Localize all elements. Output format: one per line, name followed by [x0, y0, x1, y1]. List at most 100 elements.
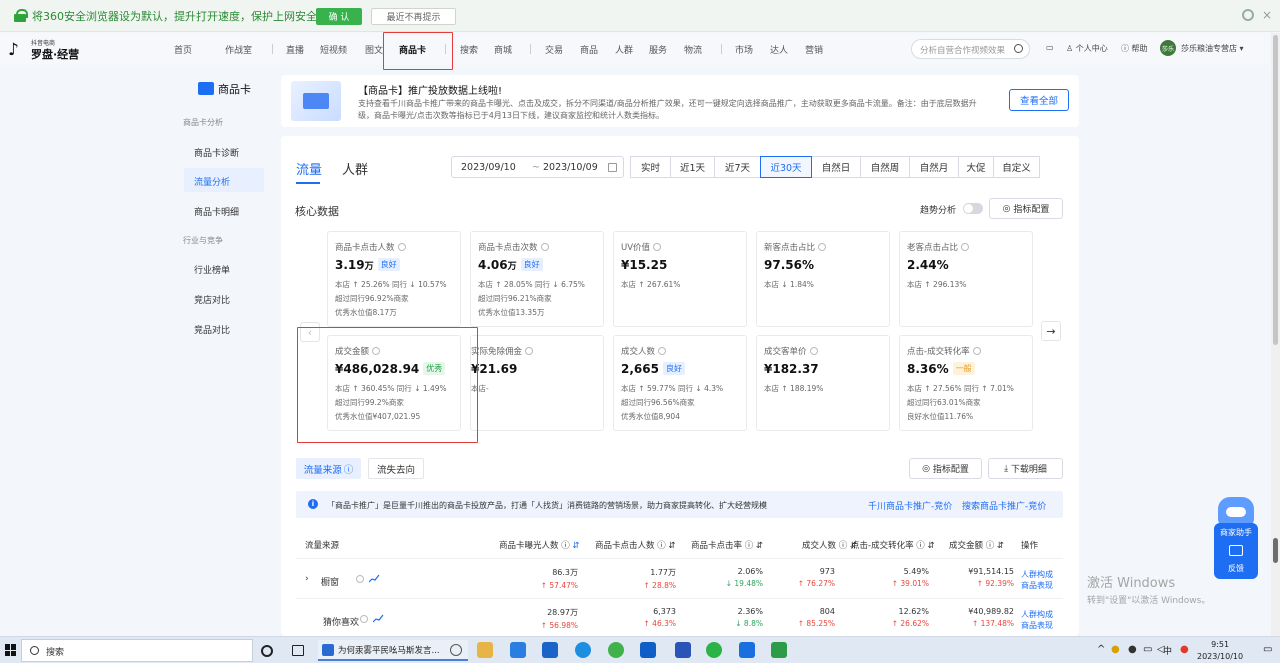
nav-search[interactable]: 搜索 [460, 43, 478, 56]
sidebar-item-card-detail[interactable]: 商品卡明细 [184, 198, 264, 222]
metric-card[interactable]: 老客点击占比 2.44% 本店 ↑ 296.13% [899, 231, 1033, 327]
nav-home[interactable]: 首页 [174, 43, 192, 56]
metric-config-button[interactable]: ◎ 指标配置 [989, 198, 1063, 219]
app-icon[interactable] [771, 642, 787, 658]
nav-mall[interactable]: 商城 [494, 43, 512, 56]
wechat-icon[interactable] [706, 642, 722, 658]
search-promo-link[interactable]: 搜索商品卡推广-竞价 [962, 499, 1046, 512]
gear-icon[interactable] [1242, 9, 1254, 21]
metric-card[interactable]: UV价值 ¥15.25 本店 ↑ 267.61% [613, 231, 747, 327]
view-all-button[interactable]: 查看全部 [1009, 89, 1069, 111]
tab-traffic-source[interactable]: 流量来源 ⓘ [296, 458, 361, 479]
source-config-button[interactable]: ◎ 指标配置 [909, 458, 982, 479]
range-custom[interactable]: 自定义 [993, 156, 1040, 178]
scrollbar-thumb[interactable] [1273, 35, 1278, 345]
search-icon[interactable] [1014, 44, 1023, 53]
tray-app-icon[interactable]: ● [1111, 644, 1120, 655]
crowd-composition-link[interactable]: 人群构成 [1021, 610, 1053, 619]
metric-card[interactable]: 商品卡点击次数 4.06万 良好 本店 ↑ 28.05% 同行 ↓ 6.75% 超… [470, 231, 604, 327]
app-icon[interactable] [640, 642, 656, 658]
table-row[interactable]: › 橱窗 86.3万 ↑ 57.47% 1.77万 ↑ 28.8% 2.06% ↓ 1… [296, 560, 1063, 599]
nav-war-room[interactable]: 作战室 [225, 43, 252, 56]
table-row[interactable]: 猜你喜欢 28.97万 ↑ 56.98% 6,373 ↑ 46.3% 2.36% ↓ … [296, 600, 1063, 639]
column-header[interactable]: 商品卡点击率 ⓘ ⇵ [691, 539, 763, 551]
search-icon[interactable] [450, 644, 462, 656]
nav-trade[interactable]: 交易 [545, 43, 563, 56]
tab-traffic[interactable]: 流量 [296, 159, 322, 178]
nav-product[interactable]: 商品 [580, 43, 598, 56]
range-realtime[interactable]: 实时 [630, 156, 671, 178]
windows-start-icon[interactable] [5, 644, 17, 656]
file-explorer-icon[interactable] [477, 642, 493, 658]
avatar[interactable]: 莎乐 [1160, 40, 1176, 56]
close-icon[interactable]: × [1262, 8, 1272, 22]
range-natural-week[interactable]: 自然周 [860, 156, 910, 178]
metric-card[interactable]: 实际免除佣金 ¥21.69 本店- [470, 335, 604, 431]
column-header[interactable]: 商品卡点击人数 ⓘ ⇵ [595, 539, 676, 551]
tab-crowd[interactable]: 人群 [342, 159, 368, 178]
column-header[interactable]: 成交金额 ⓘ ⇵ [949, 539, 1004, 551]
range-natural-month[interactable]: 自然月 [909, 156, 959, 178]
nav-image-text[interactable]: 图文 [365, 43, 383, 56]
nav-market[interactable]: 市场 [735, 43, 753, 56]
store-icon[interactable] [510, 642, 526, 658]
ie-browser-icon[interactable] [575, 642, 591, 658]
trend-chart-icon[interactable] [373, 614, 384, 623]
chevron-right-icon[interactable]: › [305, 574, 309, 584]
network-icon[interactable]: ▭ [1143, 644, 1152, 655]
sidebar-item-traffic-analysis[interactable]: 流量分析 [184, 168, 264, 192]
nav-short-video[interactable]: 短视频 [320, 43, 347, 56]
personal-center-link[interactable]: ♙ 个人中心 [1066, 43, 1108, 54]
merchant-assistant[interactable]: 商家助手 反馈 [1214, 497, 1258, 581]
message-icon[interactable]: ▭ [1046, 43, 1054, 52]
dismiss-button[interactable]: 最近不再提示 [371, 8, 456, 25]
chevron-up-icon[interactable]: ^ [1097, 644, 1105, 655]
word-icon[interactable] [675, 642, 691, 658]
metric-card[interactable]: 成交人数 2,665 良好 本店 ↑ 59.77% 同行 ↓ 4.3% 超过同行9… [613, 335, 747, 431]
system-clock[interactable]: 9:51 2023/10/10 [1197, 639, 1243, 663]
sidebar-item-industry-rank[interactable]: 行业榜单 [184, 256, 264, 280]
column-header[interactable]: 商品卡曝光人数 ⓘ ⇵ [499, 539, 580, 551]
tab-traffic-loss[interactable]: 流失去向 [368, 458, 424, 479]
taskbar-browser-task[interactable]: 为何汞雾平民吆马斯发言... [318, 640, 468, 661]
qianchuan-link[interactable]: 千川商品卡推广-竞价 [868, 499, 952, 512]
metric-card[interactable]: 点击-成交转化率 8.36% 一般 本店 ↑ 27.56% 同行 ↑ 7.01% … [899, 335, 1033, 431]
task-view-icon[interactable] [292, 645, 304, 656]
nav-marketing[interactable]: 营销 [805, 43, 823, 56]
nav-logistics[interactable]: 物流 [684, 43, 702, 56]
range-promo[interactable]: 大促 [958, 156, 994, 178]
help-link[interactable]: ⓘ 帮助 [1121, 43, 1148, 54]
mail-icon[interactable] [542, 642, 558, 658]
range-7d[interactable]: 近7天 [714, 156, 761, 178]
sidebar-item-product-compare[interactable]: 竞品对比 [184, 316, 264, 340]
product-performance-link[interactable]: 商品表现 [1021, 581, 1053, 590]
notification-icon[interactable]: ▭ [1263, 644, 1272, 655]
crowd-composition-link[interactable]: 人群构成 [1021, 570, 1053, 579]
range-1d[interactable]: 近1天 [670, 156, 715, 178]
taskbar-search[interactable]: 搜索 [21, 639, 253, 662]
metric-card[interactable]: 成交客单价 ¥182.37 本店 ↑ 188.19% [756, 335, 890, 431]
nav-service[interactable]: 服务 [649, 43, 667, 56]
download-detail-button[interactable]: ⤓ 下载明细 [988, 458, 1063, 479]
metric-card[interactable]: 新客点击占比 97.56% 本店 ↓ 1.84% [756, 231, 890, 327]
antivirus-icon[interactable]: ● [1180, 644, 1189, 655]
ime-indicator[interactable]: 中 [1163, 644, 1172, 657]
nav-crowd[interactable]: 人群 [615, 43, 633, 56]
nav-live[interactable]: 直播 [286, 43, 304, 56]
feishu-icon[interactable] [739, 642, 755, 658]
metric-card[interactable]: 商品卡点击人数 3.19万 良好 本店 ↑ 25.26% 同行 ↓ 10.57% … [327, 231, 461, 327]
shop-name[interactable]: 莎乐粮油专营店 ▾ [1181, 43, 1244, 54]
scrollbar-thumb[interactable] [1273, 538, 1278, 563]
360-browser-icon[interactable] [608, 642, 624, 658]
confirm-button[interactable]: 确 认 [316, 8, 362, 25]
trend-chart-icon[interactable] [369, 574, 380, 583]
range-natural-day[interactable]: 自然日 [811, 156, 861, 178]
tray-app-icon[interactable]: ● [1128, 644, 1137, 655]
logo[interactable]: ♪ 抖音电商 罗盘·经营 [8, 38, 88, 62]
range-30d[interactable]: 近30天 [760, 156, 812, 178]
column-header[interactable]: 成交人数 ⓘ ⇵ [802, 539, 857, 551]
cortana-icon[interactable] [261, 645, 273, 657]
search-input[interactable]: 分析自营合作视频效果 [911, 39, 1030, 59]
nav-influencer[interactable]: 达人 [770, 43, 788, 56]
feedback-label[interactable]: 反馈 [1214, 563, 1258, 574]
